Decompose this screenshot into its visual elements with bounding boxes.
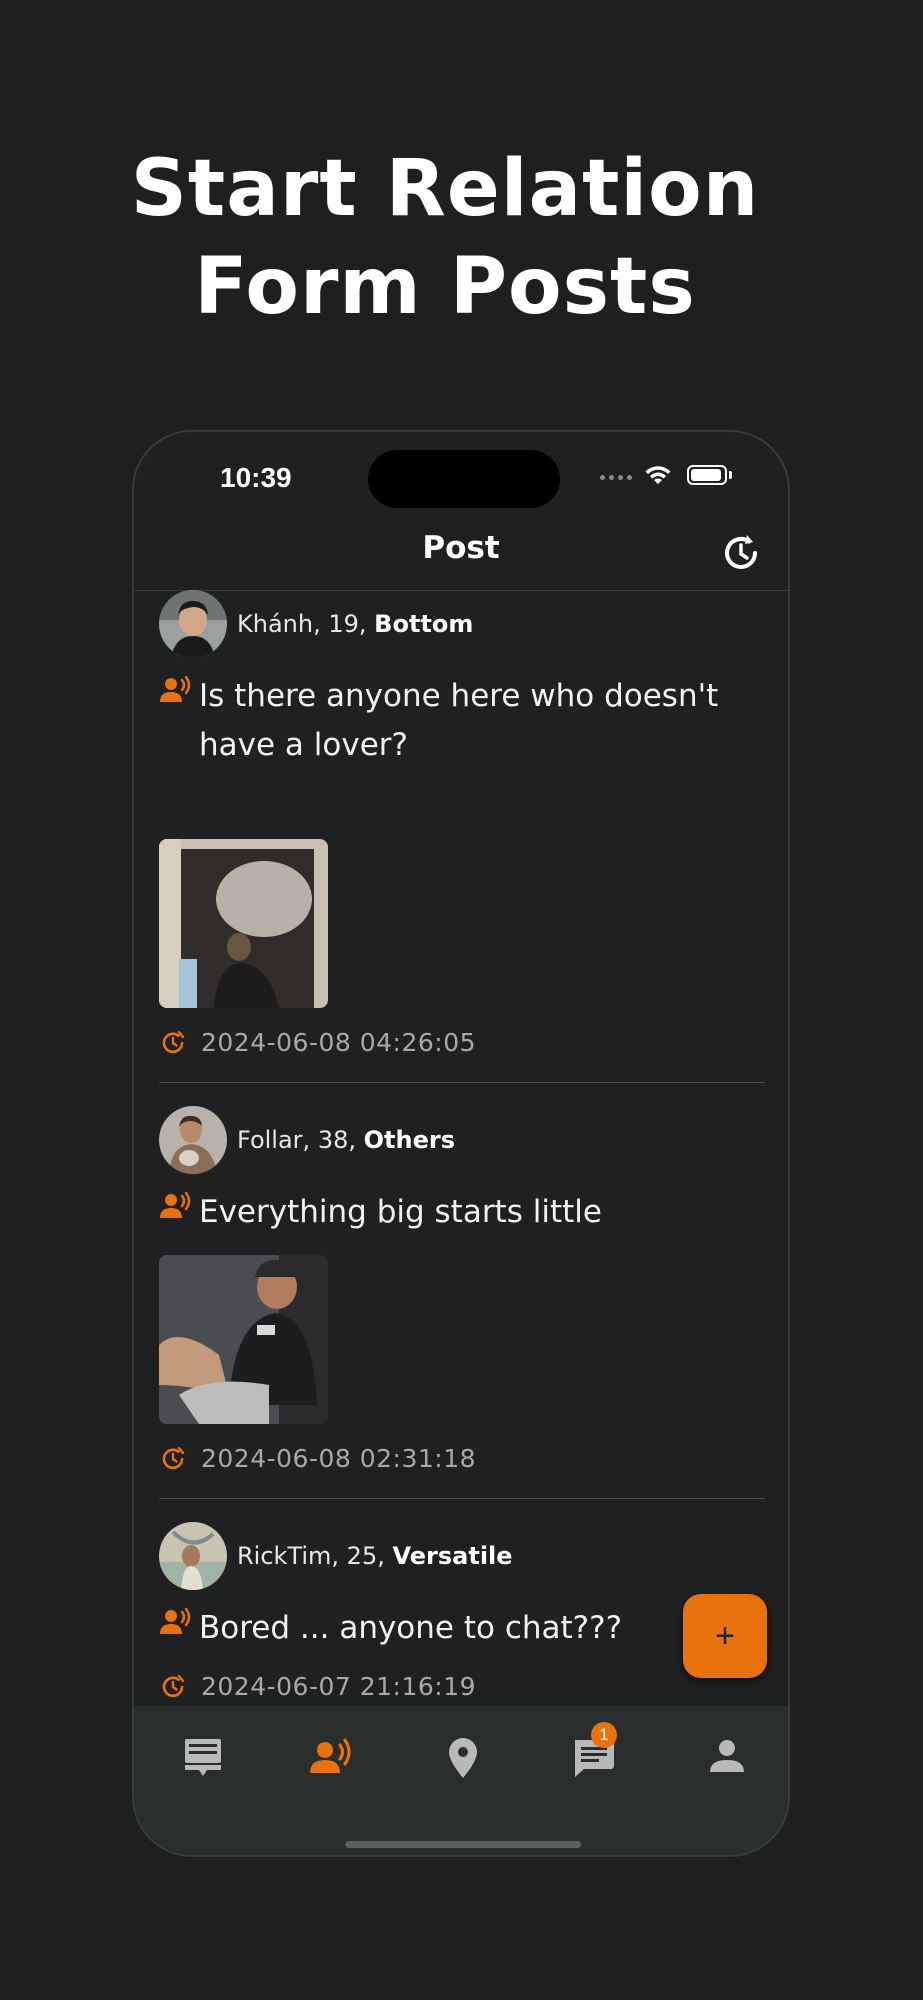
author-age: 19 bbox=[328, 610, 359, 638]
new-post-button[interactable]: + bbox=[683, 1594, 767, 1678]
signal-icon bbox=[600, 475, 632, 481]
post-timestamp-row: 2024-06-07 21:16:19 bbox=[159, 1672, 476, 1701]
post-feed[interactable]: Khánh, 19, Bottom Is there anyone here w… bbox=[134, 590, 788, 1706]
profile-icon bbox=[710, 1740, 744, 1772]
author-age: 38 bbox=[317, 1126, 349, 1154]
feed-icon bbox=[185, 1739, 221, 1776]
avatar[interactable] bbox=[159, 1106, 227, 1174]
clock-icon bbox=[162, 1030, 185, 1053]
post-header: Follar, 38, Others bbox=[159, 1106, 455, 1174]
tab-map[interactable] bbox=[433, 1728, 493, 1788]
headline-line-2: Form Posts bbox=[194, 242, 696, 332]
author-role: Bottom bbox=[374, 610, 474, 638]
battery-icon bbox=[687, 465, 727, 485]
status-time: 10:39 bbox=[220, 462, 292, 493]
location-pin-icon bbox=[449, 1738, 477, 1778]
clock-icon bbox=[162, 1674, 185, 1697]
author-role: Others bbox=[363, 1126, 455, 1154]
people-broadcast-icon bbox=[159, 1188, 199, 1237]
post-text: Is there anyone here who doesn't have a … bbox=[199, 678, 719, 763]
avatar[interactable] bbox=[159, 1522, 227, 1590]
post-photo[interactable] bbox=[159, 1255, 328, 1424]
nav-title: Post bbox=[422, 530, 500, 566]
tab-profile[interactable] bbox=[697, 1728, 757, 1788]
post-header: Khánh, 19, Bottom bbox=[159, 590, 473, 658]
avatar[interactable] bbox=[159, 590, 227, 658]
status-bar: 10:39 bbox=[134, 432, 788, 512]
unread-badge: 1 bbox=[591, 1722, 617, 1748]
people-broadcast-icon bbox=[159, 672, 199, 770]
people-broadcast-icon bbox=[310, 1738, 351, 1773]
phone-frame: 10:39 Post Khánh, 19, Bottom Is there an… bbox=[132, 430, 790, 1857]
post-body: Bored ... anyone to chat??? bbox=[159, 1604, 769, 1653]
post-photo[interactable] bbox=[159, 839, 328, 1008]
post-text: Everything big starts little bbox=[199, 1194, 602, 1230]
nav-bar: Post bbox=[134, 512, 788, 591]
clock-icon bbox=[162, 1446, 185, 1469]
people-broadcast-icon bbox=[159, 1604, 199, 1653]
author-name: Follar bbox=[237, 1126, 303, 1154]
post-header: RickTim, 25, Versatile bbox=[159, 1522, 513, 1590]
battery-tip bbox=[729, 471, 732, 479]
tab-messages[interactable]: 1 bbox=[564, 1722, 624, 1788]
author-age: 25 bbox=[346, 1542, 378, 1570]
bottom-tab-bar: 1 bbox=[134, 1706, 788, 1855]
tab-feed[interactable] bbox=[173, 1728, 233, 1788]
wifi-icon bbox=[645, 466, 671, 484]
post-timestamp: 2024-06-07 21:16:19 bbox=[201, 1672, 477, 1701]
post-timestamp-row: 2024-06-08 02:31:18 bbox=[159, 1444, 476, 1473]
author-name: RickTim bbox=[237, 1542, 332, 1570]
post-divider bbox=[159, 1498, 765, 1499]
post-body: Is there anyone here who doesn't have a … bbox=[159, 672, 769, 770]
post-timestamp: 2024-06-08 02:31:18 bbox=[201, 1444, 477, 1473]
post-divider bbox=[159, 1082, 765, 1083]
dynamic-island bbox=[368, 450, 560, 508]
page-headline: Start Relation Form Posts bbox=[0, 140, 890, 336]
post-body: Everything big starts little bbox=[159, 1188, 769, 1237]
post-timestamp-row: 2024-06-08 04:26:05 bbox=[159, 1028, 476, 1057]
history-refresh-icon[interactable] bbox=[720, 532, 762, 574]
post-author: Khánh, 19, Bottom bbox=[237, 610, 474, 638]
headline-line-1: Start Relation bbox=[130, 144, 760, 234]
tab-posts[interactable] bbox=[301, 1728, 361, 1788]
home-indicator bbox=[345, 1841, 581, 1848]
post-author: Follar, 38, Others bbox=[237, 1126, 455, 1154]
post-timestamp: 2024-06-08 04:26:05 bbox=[201, 1028, 477, 1057]
author-role: Versatile bbox=[392, 1542, 513, 1570]
plus-icon: + bbox=[715, 1617, 735, 1655]
post-author: RickTim, 25, Versatile bbox=[237, 1542, 513, 1570]
author-name: Khánh bbox=[237, 610, 314, 638]
